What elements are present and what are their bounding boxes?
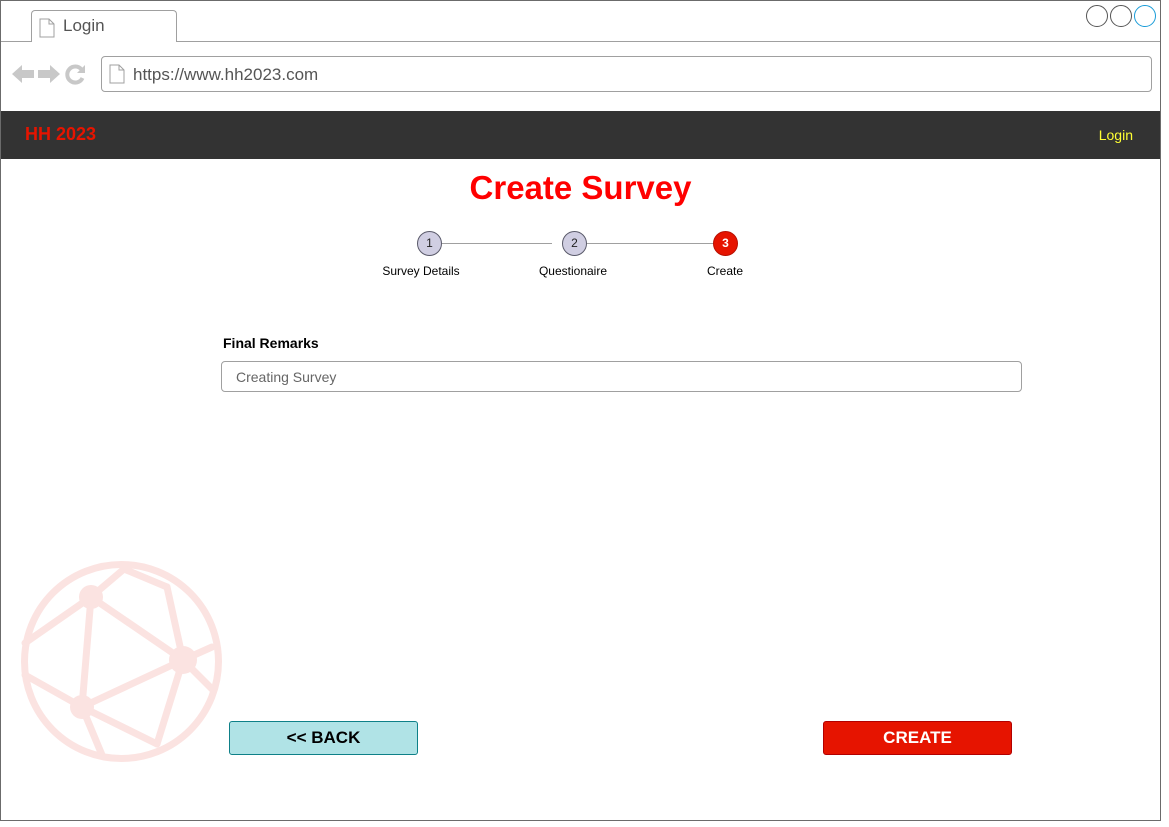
- step-connector: [587, 243, 713, 244]
- back-button[interactable]: << BACK: [229, 721, 418, 755]
- login-link[interactable]: Login: [1099, 127, 1133, 143]
- tab-title: Login: [63, 16, 105, 35]
- reload-icon[interactable]: [63, 62, 87, 86]
- window-controls: [1086, 5, 1156, 27]
- address-bar[interactable]: https://www.hh2023.com: [101, 56, 1152, 92]
- create-button[interactable]: CREATE: [823, 721, 1012, 755]
- step-2-circle[interactable]: 2: [562, 231, 587, 256]
- close-icon[interactable]: [1134, 5, 1156, 27]
- navigation-buttons: [11, 62, 87, 86]
- page-title: Create Survey: [469, 169, 692, 206]
- forward-arrow-icon[interactable]: [37, 62, 61, 86]
- back-arrow-icon[interactable]: [11, 62, 35, 86]
- network-globe-icon: [21, 561, 222, 762]
- browser-window: Login https://www.hh2023.com HH 2023 Log…: [0, 0, 1161, 821]
- step-1-label: Survey Details: [382, 264, 460, 278]
- step-1-circle[interactable]: 1: [417, 231, 442, 256]
- progress-stepper: 1 2 3 Survey Details Questionaire Create: [1, 231, 1160, 281]
- step-3-circle[interactable]: 3: [713, 231, 738, 256]
- url-text: https://www.hh2023.com: [133, 65, 319, 84]
- final-remarks-label: Final Remarks: [223, 335, 319, 351]
- minimize-icon[interactable]: [1086, 5, 1108, 27]
- maximize-icon[interactable]: [1110, 5, 1132, 27]
- page-icon: [109, 64, 125, 84]
- step-connector: [442, 243, 552, 244]
- app-header: HH 2023 Login: [1, 111, 1160, 159]
- step-3-label: Create: [706, 264, 744, 278]
- brand-logo[interactable]: HH 2023: [25, 124, 96, 145]
- page-icon: [39, 18, 55, 38]
- final-remarks-input[interactable]: [221, 361, 1022, 392]
- step-2-label: Questionaire: [538, 264, 608, 278]
- browser-tab[interactable]: Login: [31, 10, 177, 42]
